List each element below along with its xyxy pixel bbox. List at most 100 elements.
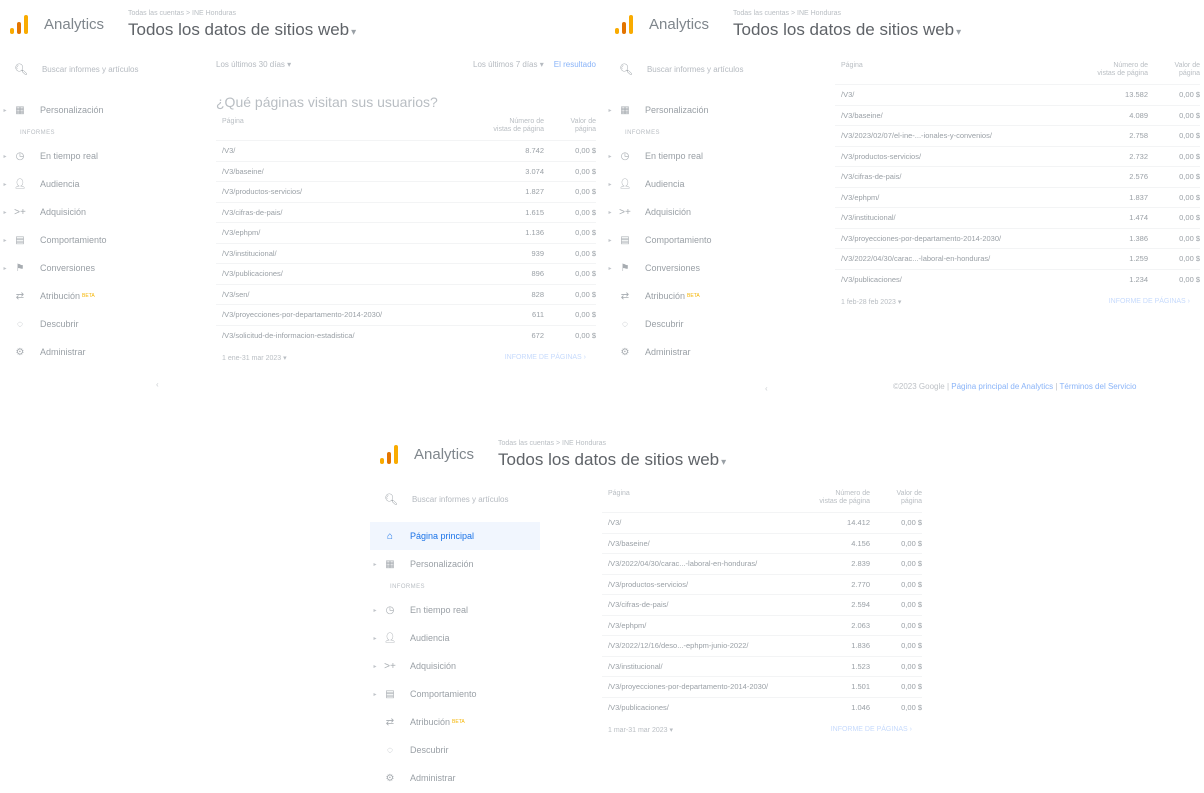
page-cell[interactable]: /V3/2023/02/07/el-ine-...-ionales-y-conv…	[835, 125, 1088, 146]
table-row[interactable]: /V3/baseine/4.089 0,00 $	[835, 104, 1200, 126]
sidebar-item-attribution[interactable]: ⇄ Atribución BETA	[0, 282, 200, 310]
collapse-sidebar-icon[interactable]: ‹	[765, 384, 768, 393]
page-cell[interactable]: /V3/sen/	[216, 283, 484, 305]
page-cell[interactable]: /V3/2022/04/30/carac...-laboral-en-hondu…	[835, 248, 1088, 269]
sidebar-item-discover[interactable]: ◌ Descubrir	[370, 736, 540, 764]
table-row[interactable]: /V3/2022/04/30/carac...-laboral-en-hondu…	[602, 553, 922, 574]
table-row[interactable]: /V3/ephpm/2.063 0,00 $	[602, 614, 922, 636]
breadcrumb[interactable]: Todas las cuentas > INE Honduras	[733, 10, 841, 17]
sidebar-item-realtime[interactable]: ▸ ◷ En tiempo real	[370, 596, 540, 624]
page-cell[interactable]: /V3/solicitud-de-informacion-estadistica…	[216, 324, 484, 346]
sidebar-item-behavior[interactable]: ▸ ▤ Comportamiento	[0, 226, 200, 254]
page-cell[interactable]: /V3/cifras-de-pais/	[835, 166, 1088, 187]
page-cell[interactable]: /V3/ephpm/	[835, 186, 1088, 208]
table-row[interactable]: /V3/14.412 0,00 $	[602, 512, 922, 533]
page-cell[interactable]: /V3/productos-servicios/	[835, 145, 1088, 167]
page-cell[interactable]: /V3/baseine/	[216, 160, 484, 182]
table-row[interactable]: /V3/baseine/4.156 0,00 $	[602, 532, 922, 554]
page-cell[interactable]: /V3/productos-servicios/	[602, 573, 810, 595]
page-cell[interactable]: /V3/baseine/	[835, 104, 1088, 126]
search-input[interactable]: Buscar informes y artículos	[42, 65, 138, 74]
sidebar-item-acquisition[interactable]: ▸ >+ Adquisición	[370, 652, 540, 680]
sidebar-item-audience[interactable]: ▸ 👤︎ Audiencia	[370, 624, 540, 652]
pages-report-link[interactable]: INFORME DE PÁGINAS ›	[831, 726, 912, 733]
view-selector[interactable]: Todos los datos de sitios web ▾	[498, 450, 726, 470]
search-box[interactable]: 🔍︎ Buscar informes y artículos	[370, 486, 540, 512]
table-row[interactable]: /V3/institucional/1.523 0,00 $	[602, 655, 922, 677]
sidebar-item-home[interactable]: ⌂ Página principal	[370, 522, 540, 550]
sidebar-item-conversions[interactable]: ▸ ⚑ Conversiones	[605, 254, 805, 282]
analytics-home-link[interactable]: Página principal de Analytics	[951, 382, 1053, 391]
terms-link[interactable]: Términos del Servicio	[1059, 382, 1136, 391]
sidebar-item-discover[interactable]: ◌ Descubrir	[605, 310, 805, 338]
sidebar-item-attribution[interactable]: ⇄ Atribución BETA	[605, 282, 805, 310]
table-row[interactable]: /V3/proyecciones-por-departamento-2014-2…	[602, 676, 922, 697]
sidebar-item-conversions[interactable]: ▸ ⚑ Conversiones	[0, 254, 200, 282]
page-cell[interactable]: /V3/proyecciones-por-departamento-2014-2…	[835, 227, 1088, 249]
search-input[interactable]: Buscar informes y artículos	[647, 65, 743, 74]
table-row[interactable]: /V3/2022/04/30/carac...-laboral-en-hondu…	[835, 248, 1200, 269]
sidebar-item-customization[interactable]: ▸ ▦ Personalización	[605, 96, 805, 124]
table-row[interactable]: /V3/publicaciones/1.234 0,00 $	[835, 268, 1200, 290]
page-cell[interactable]: /V3/	[216, 140, 484, 161]
table-row[interactable]: /V3/publicaciones/896 0,00 $	[216, 263, 596, 284]
sidebar-item-admin[interactable]: ⚙ Administrar	[0, 338, 200, 366]
sidebar-item-behavior[interactable]: ▸ ▤ Comportamiento	[605, 226, 805, 254]
page-cell[interactable]: /V3/publicaciones/	[216, 263, 484, 284]
table-row[interactable]: /V3/proyecciones-por-departamento-2014-2…	[835, 227, 1200, 249]
page-cell[interactable]: /V3/ephpm/	[216, 222, 484, 243]
page-cell[interactable]: /V3/	[602, 512, 810, 533]
date-range-selector[interactable]: 1 feb-28 feb 2023 ▾	[841, 298, 901, 306]
table-row[interactable]: /V3/cifras-de-pais/2.594 0,00 $	[602, 594, 922, 615]
page-cell[interactable]: /V3/ephpm/	[602, 614, 810, 636]
page-cell[interactable]: /V3/baseine/	[602, 532, 810, 554]
table-row[interactable]: /V3/2022/12/16/deso...-ephpm-junio-2022/…	[602, 635, 922, 656]
table-row[interactable]: /V3/productos-servicios/2.732 0,00 $	[835, 145, 1200, 167]
sidebar-item-acquisition[interactable]: ▸ >+ Adquisición	[605, 198, 805, 226]
breadcrumb[interactable]: Todas las cuentas > INE Honduras	[498, 440, 606, 447]
page-cell[interactable]: /V3/productos-servicios/	[216, 181, 484, 202]
table-row[interactable]: /V3/solicitud-de-informacion-estadistica…	[216, 324, 596, 346]
table-row[interactable]: /V3/publicaciones/1.046 0,00 $	[602, 696, 922, 718]
date-range-selector-alt[interactable]: Los últimos 7 días ▾ El resultado	[473, 60, 596, 69]
page-cell[interactable]: /V3/publicaciones/	[602, 696, 810, 718]
search-box[interactable]: 🔍︎ Buscar informes y artículos	[0, 56, 200, 82]
date-range-selector[interactable]: Los últimos 30 días ▾	[216, 60, 291, 69]
table-row[interactable]: /V3/13.582 0,00 $	[835, 84, 1200, 105]
table-row[interactable]: /V3/proyecciones-por-departamento-2014-2…	[216, 304, 596, 325]
analytics-logo-icon[interactable]	[10, 14, 32, 34]
breadcrumb[interactable]: Todas las cuentas > INE Honduras	[128, 10, 236, 17]
table-row[interactable]: /V3/cifras-de-pais/2.576 0,00 $	[835, 166, 1200, 187]
sidebar-item-attribution[interactable]: ⇄ Atribución BETA	[370, 708, 540, 736]
page-cell[interactable]: /V3/institucional/	[602, 655, 810, 677]
sidebar-item-admin[interactable]: ⚙ Administrar	[370, 764, 540, 792]
table-row[interactable]: /V3/productos-servicios/1.827 0,00 $	[216, 181, 596, 202]
table-row[interactable]: /V3/sen/828 0,00 $	[216, 283, 596, 305]
date-range-selector[interactable]: 1 mar-31 mar 2023 ▾	[608, 726, 673, 734]
page-cell[interactable]: /V3/2022/12/16/deso...-ephpm-junio-2022/	[602, 635, 810, 656]
analytics-logo-icon[interactable]	[380, 444, 402, 464]
sidebar-item-behavior[interactable]: ▸ ▤ Comportamiento	[370, 680, 540, 708]
sidebar-item-realtime[interactable]: ▸ ◷ En tiempo real	[0, 142, 200, 170]
table-row[interactable]: /V3/2023/02/07/el-ine-...-ionales-y-conv…	[835, 125, 1200, 146]
page-cell[interactable]: /V3/cifras-de-pais/	[602, 594, 810, 615]
page-cell[interactable]: /V3/	[835, 84, 1088, 105]
table-row[interactable]: /V3/8.742 0,00 $	[216, 140, 596, 161]
date-range-selector[interactable]: 1 ene-31 mar 2023 ▾	[222, 354, 287, 362]
sidebar-item-discover[interactable]: ◌ Descubrir	[0, 310, 200, 338]
sidebar-item-acquisition[interactable]: ▸ >+ Adquisición	[0, 198, 200, 226]
table-row[interactable]: /V3/baseine/3.074 0,00 $	[216, 160, 596, 182]
analytics-logo-icon[interactable]	[615, 14, 637, 34]
table-row[interactable]: /V3/cifras-de-pais/1.615 0,00 $	[216, 201, 596, 223]
result-link[interactable]: El resultado	[554, 60, 596, 69]
table-row[interactable]: /V3/institucional/1.474 0,00 $	[835, 207, 1200, 228]
sidebar-item-customization[interactable]: ▸ ▦ Personalización	[0, 96, 200, 124]
sidebar-item-audience[interactable]: ▸ 👤︎ Audiencia	[605, 170, 805, 198]
page-cell[interactable]: /V3/institucional/	[216, 242, 484, 264]
search-input[interactable]: Buscar informes y artículos	[412, 495, 508, 504]
page-cell[interactable]: /V3/cifras-de-pais/	[216, 201, 484, 223]
page-cell[interactable]: /V3/proyecciones-por-departamento-2014-2…	[602, 676, 810, 697]
pages-report-link[interactable]: INFORME DE PÁGINAS ›	[1109, 298, 1190, 305]
sidebar-item-realtime[interactable]: ▸ ◷ En tiempo real	[605, 142, 805, 170]
table-row[interactable]: /V3/institucional/939 0,00 $	[216, 242, 596, 264]
